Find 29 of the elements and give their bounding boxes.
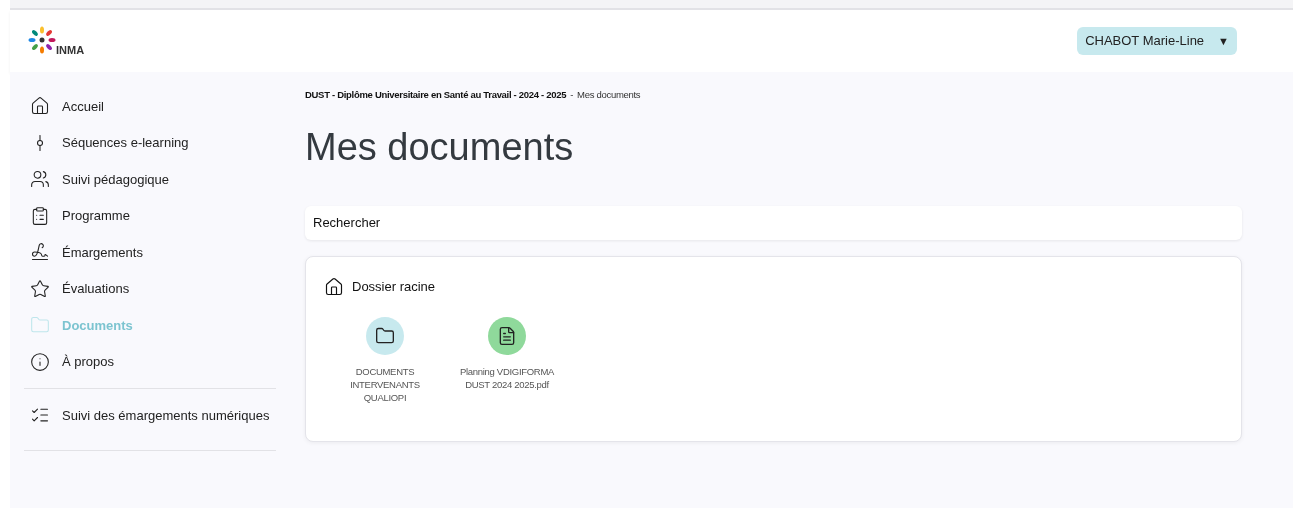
sidebar-item[interactable]: Programme	[10, 197, 290, 234]
house-icon	[324, 276, 344, 297]
document-icon	[488, 316, 526, 355]
sidebar-item[interactable]: Suivi des émargements numériques	[10, 397, 290, 434]
breadcrumb-current: Mes documents	[577, 88, 641, 102]
sidebar-item[interactable]: Émargements	[10, 234, 290, 271]
caret-icon: ▼	[1218, 32, 1229, 50]
sidebar-item[interactable]: Évaluations	[10, 270, 290, 307]
folder-item[interactable]: DOCUMENTS INTERVENANTS QUALIOPI	[330, 316, 440, 405]
user-name: CHABOT Marie-Line	[1085, 32, 1205, 51]
user-menu-button[interactable]: CHABOT Marie-Line ▼	[1077, 27, 1237, 55]
logo-text: INMA	[56, 42, 85, 58]
signature-icon	[30, 242, 50, 263]
info-icon	[30, 351, 50, 372]
sidebar-item[interactable]: Séquences e-learning	[10, 124, 290, 161]
sidebar-item[interactable]: À propos	[10, 343, 290, 380]
sidebar-item[interactable]: Accueil	[10, 88, 290, 125]
folder-title: Dossier racine	[352, 278, 436, 296]
folder-icon	[366, 316, 404, 355]
house-icon	[30, 96, 50, 117]
star-icon	[30, 278, 50, 299]
clipboard-icon	[30, 205, 50, 226]
file-item[interactable]: Planning VDIGIFORMA DUST 2024 2025.pdf	[452, 316, 562, 405]
page-title: Mes documents	[305, 125, 575, 171]
breadcrumb-separator: -	[570, 88, 574, 102]
breadcrumb-link[interactable]: DUST - Diplôme Universitaire en Santé au Travail - 2024 - 2025	[305, 88, 567, 103]
search-field[interactable]: Rechercher	[305, 205, 1242, 240]
sidebar-item[interactable]: Suivi pédagogique	[10, 161, 290, 198]
people-icon	[30, 169, 50, 190]
